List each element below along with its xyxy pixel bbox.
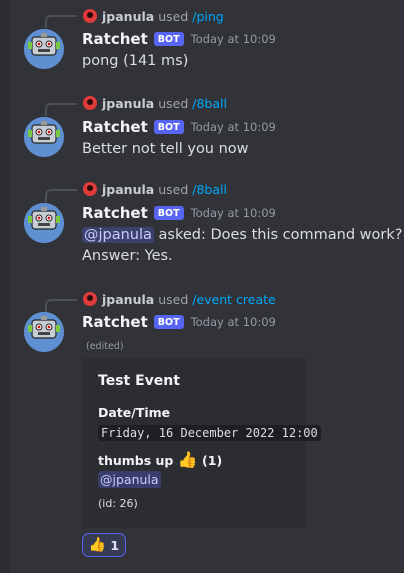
bot-avatar[interactable] bbox=[24, 203, 64, 243]
timestamp[interactable]: Today at 10:09 bbox=[191, 206, 276, 220]
user-mention[interactable]: @jpanula bbox=[82, 227, 154, 243]
event-embed: Test Event Date/Time Friday, 16 December… bbox=[82, 358, 321, 528]
thumbs-up-label: thumbs up bbox=[98, 453, 174, 468]
command-reference[interactable]: jpanula used /8ball bbox=[82, 180, 227, 198]
reply-connector bbox=[45, 189, 77, 202]
robot-icon bbox=[24, 29, 64, 69]
reply-connector bbox=[45, 103, 77, 116]
thumbs-up-icon: 👍 bbox=[88, 537, 107, 553]
bot-username[interactable]: Ratchet bbox=[82, 30, 148, 48]
reference-username[interactable]: jpanula bbox=[102, 9, 154, 24]
bot-avatar[interactable] bbox=[24, 117, 64, 157]
event-id: (id: 26) bbox=[98, 497, 138, 510]
datetime-label: Date/Time bbox=[98, 405, 171, 420]
question-text: asked: Does this command work? bbox=[153, 227, 403, 243]
reference-username[interactable]: jpanula bbox=[102, 292, 154, 307]
reaction-thumbs-up[interactable]: 👍 1 bbox=[82, 533, 126, 557]
attendee-mention[interactable]: @jpanula bbox=[98, 471, 161, 488]
bot-tag: BOT bbox=[153, 315, 184, 329]
message-header: Ratchet BOT Today at 10:09 bbox=[82, 29, 276, 49]
message-header: Ratchet BOT Today at 10:09 bbox=[82, 312, 276, 332]
message-content: Better not tell you now bbox=[82, 141, 249, 157]
datetime-value: Friday, 16 December 2022 12:00 bbox=[98, 425, 321, 441]
reference-used-text: used bbox=[158, 8, 189, 24]
bot-tag: BOT bbox=[153, 32, 184, 46]
command-reference[interactable]: jpanula used /8ball bbox=[82, 94, 227, 112]
reference-used-text: used bbox=[158, 181, 189, 197]
reference-used-text: used bbox=[158, 95, 189, 111]
bot-avatar[interactable] bbox=[24, 312, 64, 352]
thumbs-up-count: (1) bbox=[202, 453, 223, 468]
robot-icon bbox=[24, 203, 64, 243]
timestamp[interactable]: Today at 10:09 bbox=[191, 32, 276, 46]
user-avatar-icon[interactable] bbox=[82, 291, 98, 307]
reference-used-text: used bbox=[158, 291, 189, 307]
message-content: pong (141 ms) bbox=[82, 53, 189, 69]
bot-username[interactable]: Ratchet bbox=[82, 313, 148, 331]
bot-tag: BOT bbox=[153, 120, 184, 134]
answer-text: Answer: Yes. bbox=[82, 248, 173, 264]
edited-label: (edited) bbox=[86, 341, 124, 352]
reference-username[interactable]: jpanula bbox=[102, 182, 154, 197]
command-reference[interactable]: jpanula used /event create bbox=[82, 290, 276, 308]
thumbs-up-icon: 👍 bbox=[177, 450, 198, 469]
bot-username[interactable]: Ratchet bbox=[82, 204, 148, 222]
reply-connector bbox=[45, 15, 77, 28]
robot-icon bbox=[24, 312, 64, 352]
command-link[interactable]: /ping bbox=[192, 9, 223, 24]
timestamp[interactable]: Today at 10:09 bbox=[191, 315, 276, 329]
reply-connector bbox=[45, 299, 77, 312]
bot-tag: BOT bbox=[153, 206, 184, 220]
message-content: @jpanula asked: Does this command work? bbox=[82, 225, 402, 246]
message-header: Ratchet BOT Today at 10:09 bbox=[82, 203, 276, 223]
reaction-count: 1 bbox=[110, 537, 120, 553]
bot-avatar[interactable] bbox=[24, 29, 64, 69]
left-strip bbox=[0, 0, 10, 573]
command-link[interactable]: /event create bbox=[192, 292, 275, 307]
user-avatar-icon[interactable] bbox=[82, 95, 98, 111]
bot-username[interactable]: Ratchet bbox=[82, 118, 148, 136]
command-link[interactable]: /8ball bbox=[192, 182, 227, 197]
command-reference[interactable]: jpanula used /ping bbox=[82, 7, 224, 25]
user-avatar-icon[interactable] bbox=[82, 181, 98, 197]
command-link[interactable]: /8ball bbox=[192, 96, 227, 111]
timestamp[interactable]: Today at 10:09 bbox=[191, 120, 276, 134]
user-avatar-icon[interactable] bbox=[82, 8, 98, 24]
embed-title: Test Event bbox=[98, 373, 180, 389]
message-header: Ratchet BOT Today at 10:09 bbox=[82, 117, 276, 137]
reference-username[interactable]: jpanula bbox=[102, 96, 154, 111]
robot-icon bbox=[24, 117, 64, 157]
thumbs-up-field: thumbs up 👍 (1) bbox=[98, 450, 222, 469]
